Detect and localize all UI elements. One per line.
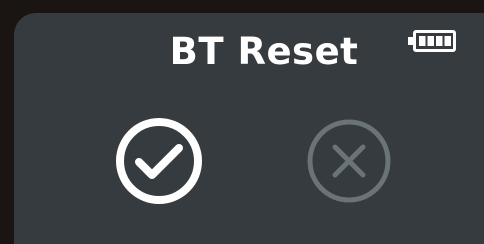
cancel-button[interactable] <box>304 116 394 206</box>
battery-icon <box>408 30 456 52</box>
screen-title: BT Reset <box>169 30 359 73</box>
device-screen: BT Reset <box>14 13 484 244</box>
x-circle-icon <box>307 119 391 203</box>
confirm-button[interactable] <box>114 116 204 206</box>
check-circle-icon <box>116 118 202 204</box>
